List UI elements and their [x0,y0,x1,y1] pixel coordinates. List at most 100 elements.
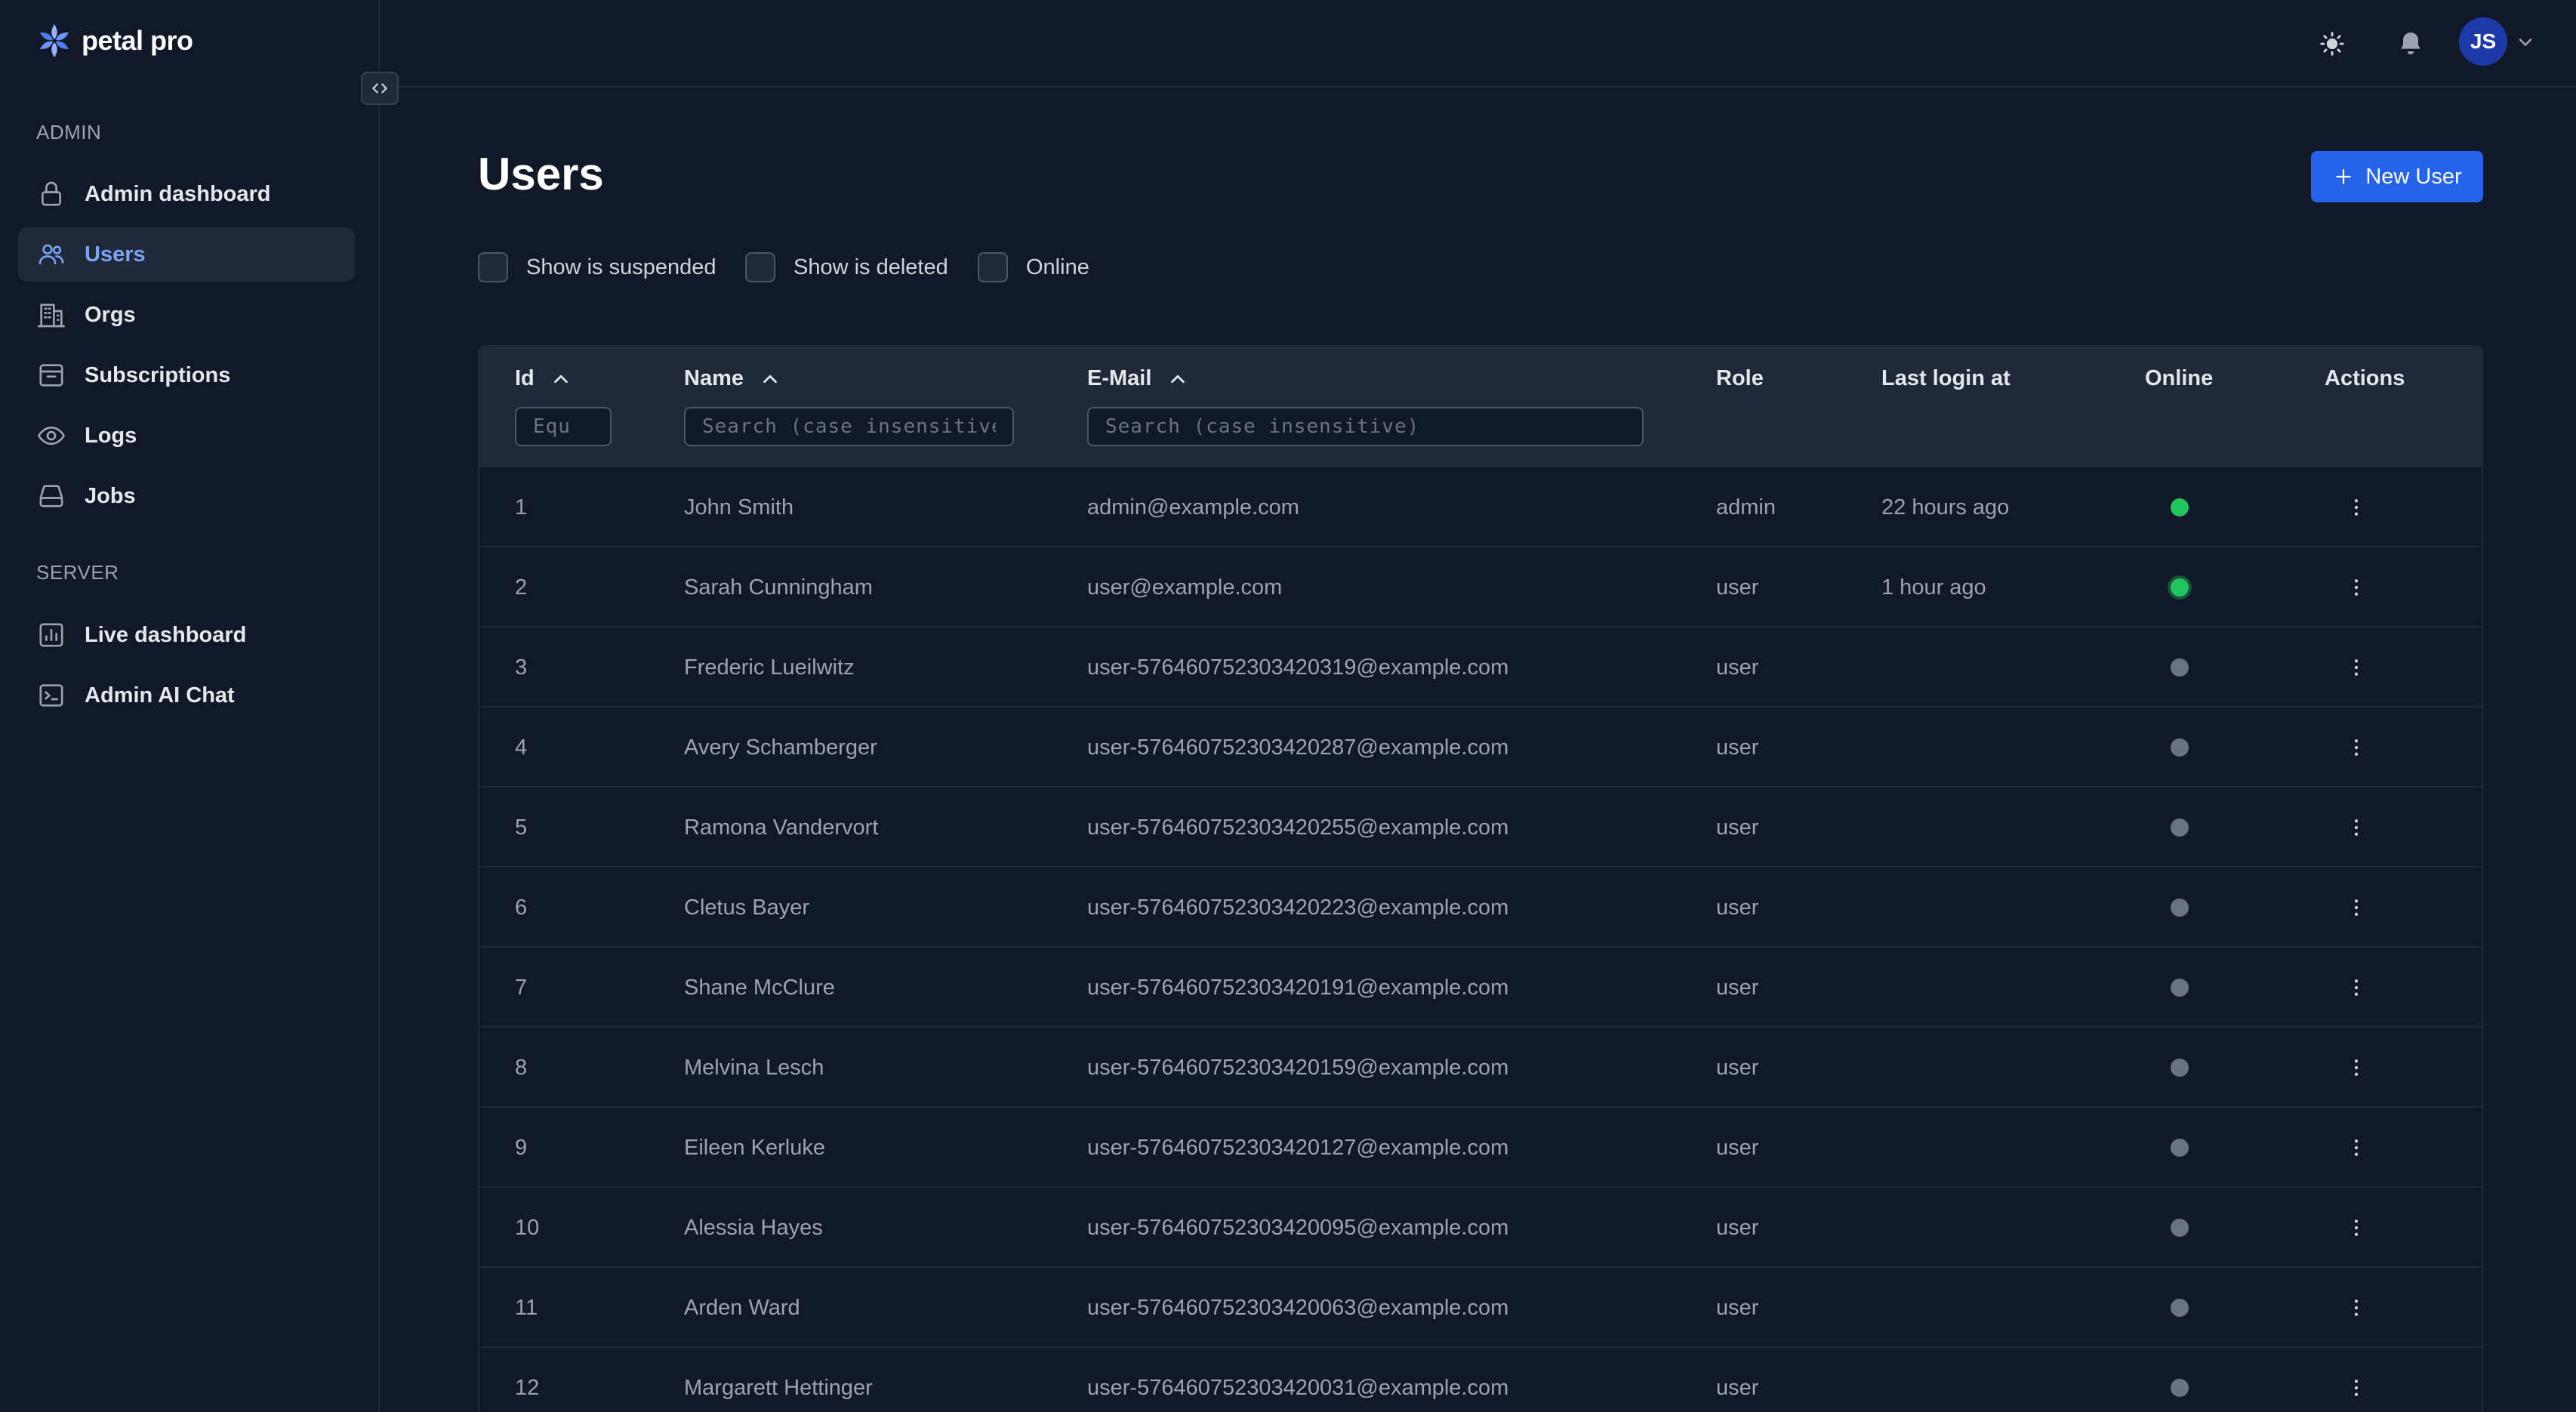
column-label: Id [515,366,535,390]
table-row[interactable]: 9 Eileen Kerluke user-576460752303420127@e… [479,1106,2482,1186]
cell-online [2171,627,2189,708]
theme-toggle-button[interactable] [2311,23,2353,65]
inbox-icon [39,485,63,507]
cell-actions [2341,948,2371,1028]
row-actions-button[interactable] [2341,812,2371,843]
filter-online[interactable]: Online [978,252,1089,282]
sidebar-collapse-button[interactable] [361,72,399,105]
sidebar-item-admin-ai-chat[interactable]: Admin AI Chat [18,668,355,723]
cell-email: user-576460752303420095@example.com [1087,1215,1509,1240]
new-user-label: New User [2365,164,2462,189]
notifications-button[interactable] [2390,23,2432,65]
sidebar-item-logs[interactable]: Logs [18,408,355,463]
cell-actions [2341,1268,2371,1348]
column-header-name[interactable]: Name [684,366,781,391]
cell-online [2171,467,2189,547]
filter-show-deleted[interactable]: Show is deleted [745,252,948,282]
sidebar-item-admin-dashboard[interactable]: Admin dashboard [18,167,355,221]
cell-online [2171,788,2189,868]
cell-role: user [1716,735,1759,760]
cell-role: user [1716,895,1759,920]
column-header-role: Role [1716,366,1764,391]
new-user-button[interactable]: New User [2311,151,2483,202]
cell-email: user-576460752303420031@example.com [1087,1375,1509,1400]
column-label: Role [1716,366,1764,390]
column-header-id[interactable]: Id [515,366,572,391]
table-row[interactable]: 4 Avery Schamberger user-57646075230342028… [479,706,2482,786]
row-actions-button[interactable] [2341,1373,2371,1403]
cell-name: Arden Ward [684,1295,800,1320]
chevron-down-icon[interactable] [2515,32,2536,53]
table-row[interactable]: 10 Alessia Hayes user-576460752303420095@e… [479,1186,2482,1266]
row-actions-button[interactable] [2341,652,2371,683]
row-actions-button[interactable] [2341,732,2371,763]
show-deleted-checkbox[interactable] [745,252,775,282]
table-row[interactable]: 11 Arden Ward user-576460752303420063@exam… [479,1266,2482,1346]
cell-email: user-576460752303420191@example.com [1087,975,1509,1000]
column-header-last-login: Last login at [1881,366,2011,391]
ellipsis-vertical-icon [2354,579,2359,596]
cell-online [2171,547,2189,627]
sidebar-item-users[interactable]: Users [18,227,355,282]
sun-icon [2320,32,2344,56]
row-actions-button[interactable] [2341,1053,2371,1083]
table-row[interactable]: 7 Shane McClure user-576460752303420191@ex… [479,946,2482,1026]
row-actions-button[interactable] [2341,572,2371,603]
users-icon [39,244,64,264]
cell-actions [2341,467,2371,547]
table-row[interactable]: 5 Ramona Vandervort user-57646075230342025… [479,786,2482,866]
table-row[interactable]: 6 Cletus Bayer user-576460752303420223@exa… [479,866,2482,946]
brand-logo[interactable]: petal pro [35,21,193,60]
sidebar-item-jobs[interactable]: Jobs [18,469,355,523]
cell-name: Avery Schamberger [684,735,877,760]
id-filter-input[interactable] [515,407,612,446]
row-actions-button[interactable] [2341,492,2371,523]
offline-status-dot [2171,899,2189,917]
column-header-email[interactable]: E-Mail [1087,366,1189,391]
cell-name: Sarah Cunningham [684,575,873,600]
sidebar-item-label: Users [85,242,146,267]
ellipsis-vertical-icon [2354,499,2359,516]
online-checkbox[interactable] [978,252,1008,282]
row-actions-button[interactable] [2341,1133,2371,1163]
cell-email: user-576460752303420287@example.com [1087,735,1509,760]
cell-online [2171,1108,2189,1188]
chevron-up-icon[interactable] [759,368,781,390]
cell-role: user [1716,655,1759,680]
cell-id: 1 [515,495,528,519]
chevron-up-icon[interactable] [550,368,572,390]
cell-name: Frederic Lueilwitz [684,655,855,680]
cell-actions [2341,1108,2371,1188]
email-search-input[interactable] [1087,407,1644,446]
cell-email: user-576460752303420255@example.com [1087,815,1509,840]
plus-icon [2336,169,2352,184]
cell-id: 3 [515,655,528,680]
table-header: Id Name E-Mail Role Last login at Online [479,347,2482,466]
cell-online [2171,948,2189,1028]
cell-role: user [1716,1215,1759,1240]
cell-actions [2341,1348,2371,1412]
cell-id: 2 [515,575,528,600]
offline-status-dot [2171,819,2189,837]
petal-logo-icon [39,24,69,57]
avatar[interactable]: JS [2459,17,2507,66]
sidebar-item-live-dashboard[interactable]: Live dashboard [18,608,355,662]
cell-actions [2341,788,2371,868]
row-actions-button[interactable] [2341,1293,2371,1323]
row-actions-button[interactable] [2341,893,2371,923]
table-row[interactable]: 3 Frederic Lueilwitz user-5764607523034203… [479,626,2482,706]
top-bar: JS [380,0,2576,88]
table-row[interactable]: 12 Margarett Hettinger user-57646075230342… [479,1346,2482,1412]
sidebar-item-orgs[interactable]: Orgs [18,288,355,342]
show-suspended-checkbox[interactable] [478,252,508,282]
chevron-up-icon[interactable] [1166,368,1189,390]
table-row[interactable]: 8 Melvina Lesch user-576460752303420159@ex… [479,1026,2482,1106]
row-actions-button[interactable] [2341,973,2371,1003]
cell-role: user [1716,975,1759,1000]
table-row[interactable]: 2 Sarah Cunningham user@example.com user 1 h… [479,546,2482,626]
row-actions-button[interactable] [2341,1213,2371,1243]
name-search-input[interactable] [684,407,1014,446]
sidebar-item-subscriptions[interactable]: Subscriptions [18,348,355,402]
table-row[interactable]: 1 John Smith admin@example.com admin 22 hour… [479,466,2482,546]
filter-show-suspended[interactable]: Show is suspended [478,252,716,282]
